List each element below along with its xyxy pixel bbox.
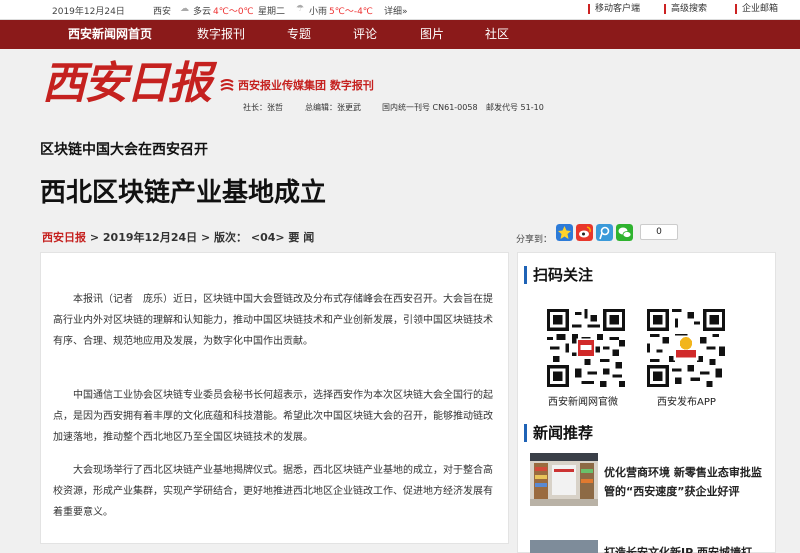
current-date: 2019年12月24日: [52, 7, 125, 17]
weather-tomorrow: 小雨: [309, 7, 328, 17]
tencent-weibo-icon[interactable]: [596, 224, 613, 241]
weather-detail-link[interactable]: 详细»: [384, 4, 408, 17]
group-name: 西安报业传媒集团 数字报刊: [238, 79, 374, 92]
source-link[interactable]: 西安日报: [42, 231, 86, 244]
weekday: 星期二: [258, 7, 286, 17]
article-meta: 西安日报 > 2019年12月24日 > 版次： <04> 要 闻: [42, 229, 314, 245]
temp-today: 4℃～0℃: [213, 7, 254, 17]
advanced-search-link[interactable]: 高级搜索: [664, 4, 707, 14]
nav-community[interactable]: 社区: [485, 20, 509, 49]
weibo-icon[interactable]: [576, 224, 593, 241]
nav-comments[interactable]: 评论: [353, 20, 377, 49]
nav-photos[interactable]: 图片: [420, 20, 444, 49]
share-count: 0: [640, 224, 678, 240]
qzone-star-icon[interactable]: [556, 224, 573, 241]
article-paragraph: 大会现场举行了西北区块链产业基地揭牌仪式。据悉，西北区块链产业基地的成立，对于整…: [53, 465, 493, 518]
issue-date-link[interactable]: 2019年12月24日: [103, 231, 197, 244]
nav-digital-paper[interactable]: 数字报刊: [197, 20, 245, 49]
news-thumbnail-store[interactable]: [530, 453, 598, 506]
cloud-icon: ☁: [180, 4, 189, 14]
news-item-link[interactable]: 打造长安文化新IP 西安城墙打: [604, 543, 764, 553]
qr-label-website: 西安新闻网官微: [548, 397, 618, 408]
article-title: 西北区块链产业基地成立: [40, 178, 327, 208]
weather-city: 西安: [153, 7, 172, 17]
qr-label-app: 西安发布APP: [657, 397, 716, 408]
qr-section-title: 扫码关注: [524, 266, 593, 284]
news-item-link[interactable]: 优化营商环境 新零售业态审批监管的“西安速度”获企业好评: [604, 463, 768, 501]
nav-topics[interactable]: 专题: [287, 20, 311, 49]
edition-label: 版次：: [214, 231, 248, 244]
wechat-icon[interactable]: [616, 224, 633, 241]
article-paragraph: 本报讯（记者 庞乐）近日，区块链中国大会暨链改及分布式存储峰会在西安召开。大会旨…: [53, 294, 493, 347]
mobile-client-link[interactable]: 移动客户端: [588, 4, 640, 14]
cn-code: 国内统一刊号 CN61-0058: [382, 103, 478, 112]
news-thumbnail-2[interactable]: [530, 540, 598, 553]
postal-code: 邮发代号 51-10: [486, 103, 544, 112]
qr-code-website: [547, 309, 625, 387]
qr-code-app: [647, 309, 725, 387]
edition-link[interactable]: <04> 要 闻: [251, 231, 314, 244]
separator: >: [200, 231, 215, 244]
xian-daily-logo[interactable]: 西安日报: [42, 55, 212, 113]
nav-home[interactable]: 西安新闻网首页: [68, 20, 152, 49]
news-section-title: 新闻推荐: [524, 424, 593, 442]
article-body: 本报讯（记者 庞乐）近日，区块链中国大会暨链改及分布式存储峰会在西安召开。大会旨…: [40, 252, 509, 544]
enterprise-mail-link[interactable]: 企业邮箱: [735, 4, 778, 14]
temp-tomorrow: 5℃～-4℃: [329, 7, 373, 17]
chief-editor: 总编辑：张更武: [305, 103, 361, 112]
share-label: 分享到：: [516, 235, 553, 245]
main-nav: 西安新闻网首页 数字报刊 专题 评论 图片 社区: [0, 20, 800, 49]
separator: >: [89, 231, 103, 244]
sidebar: 扫码关注 西安新闻网官微 西安发布APP 新闻推荐 优化营商环境 新零售业态审批…: [517, 252, 776, 553]
article-paragraph: 中国通信工业协会区块链专业委员会秘书长何超表示，选择西安作为本次区块链大会全国行…: [53, 390, 493, 443]
weather-today: 多云: [193, 7, 212, 17]
masthead-area: 西安日报 西安报业传媒集团 数字报刊 社长：张哲 总编辑：张更武 国内统一刊号 …: [0, 49, 800, 124]
rain-icon: ☂: [296, 4, 305, 14]
group-logo-icon: [220, 79, 234, 91]
president: 社长：张哲: [243, 103, 283, 112]
article-subtitle: 区块链中国大会在西安召开: [40, 142, 208, 158]
top-info-bar: 2019年12月24日 西安 ☁ 多云 4℃～0℃ 星期二 ☂ 小雨 5℃～-4…: [0, 0, 800, 20]
